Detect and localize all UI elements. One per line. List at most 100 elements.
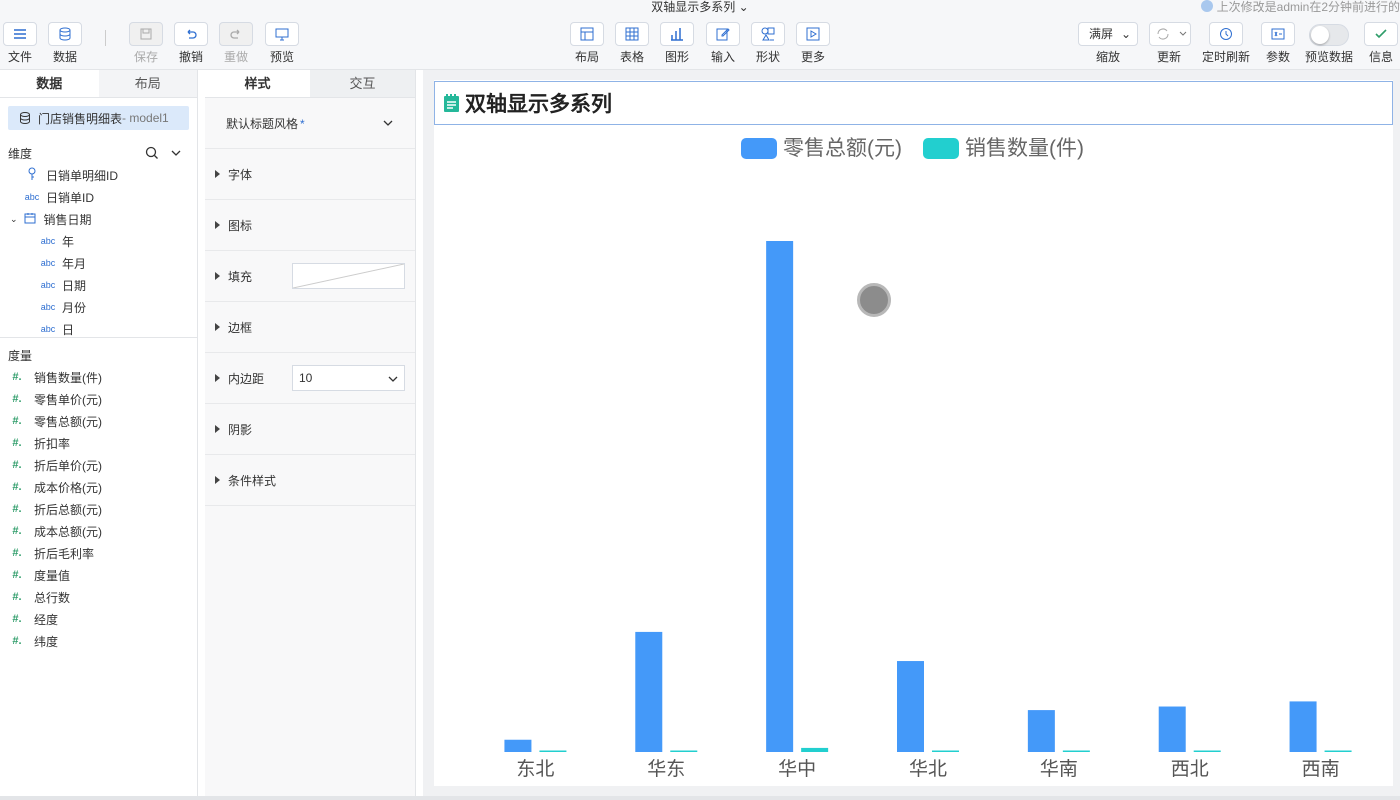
shape-icon xyxy=(751,22,785,46)
measure-header: 度量 xyxy=(0,344,197,366)
dimension-item[interactable]: abc 日 xyxy=(0,318,197,337)
redo-icon xyxy=(219,22,253,46)
no-fill-icon xyxy=(292,263,405,289)
bar[interactable] xyxy=(539,750,567,753)
bar[interactable] xyxy=(932,750,959,753)
update-dropdown[interactable] xyxy=(1149,22,1191,46)
dimension-item[interactable]: abc 日销单ID xyxy=(0,186,197,208)
save-button[interactable]: 保存 xyxy=(123,22,169,65)
info-button[interactable]: 信息 xyxy=(1358,22,1400,65)
database-icon xyxy=(20,112,30,125)
measure-item[interactable]: #. 成本总额(元) xyxy=(0,520,197,542)
prop-conditional-style[interactable]: 条件样式 xyxy=(205,455,415,506)
bar[interactable] xyxy=(766,241,794,752)
layout-button[interactable]: 布局 xyxy=(564,22,610,65)
prop-font[interactable]: 字体 xyxy=(205,149,415,200)
measure-item[interactable]: #. 经度 xyxy=(0,608,197,630)
dimension-section: 维度 日销单明细ID abc 日销单ID ⌄ 销售日期 abc 年 abc 年月 abc 日期 abc… xyxy=(0,130,197,338)
bar[interactable] xyxy=(1062,750,1090,753)
title-style-select[interactable]: 默认标题风格 * xyxy=(205,98,415,149)
dimension-label: 日销单ID xyxy=(46,190,95,205)
bar[interactable] xyxy=(1158,706,1186,752)
refresh-icon xyxy=(1157,28,1187,40)
bar[interactable] xyxy=(504,739,532,752)
file-button[interactable]: 文件 xyxy=(0,22,43,65)
prop-shadow[interactable]: 阴影 xyxy=(205,404,415,455)
preview-data-toggle[interactable] xyxy=(1309,24,1349,46)
chevron-down-icon xyxy=(383,120,393,126)
cursor-indicator xyxy=(857,283,891,317)
bar[interactable] xyxy=(635,631,663,752)
input-button[interactable]: 输入 xyxy=(700,22,746,65)
legend-swatch[interactable] xyxy=(923,138,959,159)
chevron-down-icon: ⌄ xyxy=(10,213,18,224)
measure-item[interactable]: #. 零售单价(元) xyxy=(0,388,197,410)
prop-icon-label: 图标 xyxy=(228,218,253,233)
toolbar-divider xyxy=(105,30,106,46)
measure-item[interactable]: #. 总行数 xyxy=(0,586,197,608)
edit-icon xyxy=(706,22,740,46)
prop-border[interactable]: 边框 xyxy=(205,302,415,353)
chart-title-bar[interactable]: 双轴显示多系列 xyxy=(434,81,1393,125)
bar[interactable] xyxy=(1324,750,1352,753)
tab-style[interactable]: 样式 xyxy=(205,70,310,97)
measure-item[interactable]: #. 销售数量(件) xyxy=(0,366,197,388)
bar[interactable] xyxy=(670,750,698,753)
prop-icon[interactable]: 图标 xyxy=(205,200,415,251)
bar[interactable] xyxy=(1027,710,1055,752)
measure-item[interactable]: #. 折后单价(元) xyxy=(0,454,197,476)
bar[interactable] xyxy=(1193,750,1221,753)
redo-button[interactable]: 重做 xyxy=(213,22,259,65)
shape-button[interactable]: 形状 xyxy=(745,22,791,65)
model-item[interactable]: 门店销售明细表 - model1 xyxy=(8,106,189,130)
bar[interactable] xyxy=(1289,701,1317,752)
bar[interactable] xyxy=(801,747,829,752)
zoom-select[interactable]: 满屏 ⌄ xyxy=(1078,22,1138,46)
table-button[interactable]: 表格 xyxy=(609,22,655,65)
dimension-item[interactable]: 日销单明细ID xyxy=(0,164,197,186)
measure-item[interactable]: #. 折后总额(元) xyxy=(0,498,197,520)
preview-button[interactable]: 预览 xyxy=(259,22,305,65)
chart-title: 双轴显示多系列 xyxy=(465,93,612,116)
measure-item[interactable]: #. 度量值 xyxy=(0,564,197,586)
data-label: 数据 xyxy=(52,50,77,64)
style-panel-tabs: 样式 交互 xyxy=(205,70,415,98)
caret-right-icon xyxy=(215,272,220,280)
dimension-item[interactable]: ⌄ 销售日期 xyxy=(0,208,197,230)
params-icon xyxy=(1261,22,1295,46)
measure-item[interactable]: #. 纬度 xyxy=(0,630,197,652)
tab-layout[interactable]: 布局 xyxy=(98,70,197,97)
measure-item[interactable]: #. 成本价格(元) xyxy=(0,476,197,498)
padding-select[interactable]: 10 xyxy=(292,365,405,391)
history-icon xyxy=(1209,22,1243,46)
measure-item[interactable]: #. 折扣率 xyxy=(0,432,197,454)
calendar-icon xyxy=(20,212,40,226)
chevron-down-icon[interactable] xyxy=(171,148,181,158)
undo-button[interactable]: 撤销 xyxy=(168,22,214,65)
measure-item[interactable]: #. 零售总额(元) xyxy=(0,410,197,432)
dimension-item[interactable]: abc 日期 xyxy=(0,274,197,296)
prop-fill[interactable]: 填充 xyxy=(205,251,415,302)
prop-fill-label: 填充 xyxy=(228,269,253,284)
params-button[interactable]: 参数 xyxy=(1255,22,1301,65)
dimension-item[interactable]: abc 年 xyxy=(0,230,197,252)
legend-swatch[interactable] xyxy=(741,138,777,159)
tab-data[interactable]: 数据 xyxy=(0,70,99,97)
star-icon: * xyxy=(300,116,305,131)
search-icon[interactable] xyxy=(145,146,159,160)
bar[interactable] xyxy=(897,661,924,752)
graphic-button[interactable]: 图形 xyxy=(654,22,700,65)
prop-padding[interactable]: 内边距 10 xyxy=(205,353,415,404)
fill-color-picker[interactable] xyxy=(292,263,405,289)
document-title[interactable]: 双轴显示多系列 ⌄ xyxy=(0,0,1400,14)
update-label: 更新 xyxy=(1157,50,1182,64)
bar-chart[interactable]: 零售总额(元) 销售数量(件) 东北 华东 华中 华北 华南 西北 西南 xyxy=(434,126,1393,786)
timed-refresh-button[interactable]: 定时刷新 xyxy=(1202,22,1250,65)
check-icon xyxy=(1364,22,1398,46)
dimension-item[interactable]: abc 月份 xyxy=(0,296,197,318)
more-button[interactable]: 更多 xyxy=(790,22,836,65)
tab-interaction[interactable]: 交互 xyxy=(310,70,415,97)
dimension-item[interactable]: abc 年月 xyxy=(0,252,197,274)
data-button[interactable]: 数据 xyxy=(42,22,88,65)
measure-item[interactable]: #. 折后毛利率 xyxy=(0,542,197,564)
